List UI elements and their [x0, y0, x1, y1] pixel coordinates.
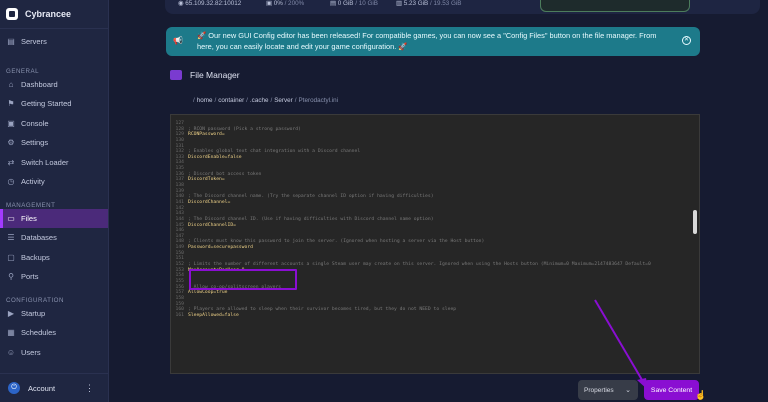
annotation-arrow [594, 299, 648, 390]
app-root: Cybrancee ▤ Servers GENERAL ⌂ Dashboard … [0, 0, 768, 402]
